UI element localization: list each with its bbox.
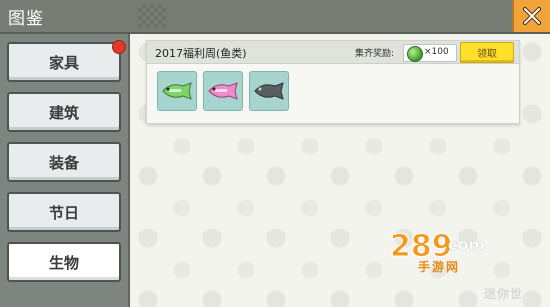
category-building[interactable]: 建筑 <box>7 92 121 132</box>
claim-label: 领取 <box>477 49 497 60</box>
card-header: 2017福利周(鱼类) 集齐奖励: ×100 领取 <box>147 41 519 64</box>
collection-item[interactable] <box>157 71 197 111</box>
window-title: 图鉴 <box>8 9 44 29</box>
category-label: 生物 <box>48 253 79 272</box>
category-label: 建筑 <box>48 103 79 122</box>
notification-badge <box>112 40 126 54</box>
category-equipment[interactable]: 装备 <box>7 142 121 182</box>
reward-box: ×100 <box>403 44 457 62</box>
reward-label: 集齐奖励: <box>355 49 395 59</box>
category-creature[interactable]: 生物 <box>7 242 121 282</box>
decorative-pattern <box>138 4 166 28</box>
pink-fish-icon <box>208 82 238 100</box>
collection-card: 2017福利周(鱼类) 集齐奖励: ×100 领取 <box>146 40 520 124</box>
category-label: 节日 <box>48 203 79 222</box>
gray-fish-icon <box>254 82 284 100</box>
watermark-logo: 289 com <box>390 229 485 263</box>
collection-panel: 2017福利周(鱼类) 集齐奖励: ×100 领取 <box>130 34 550 307</box>
svg-text:com: com <box>448 235 485 254</box>
collection-item[interactable] <box>249 71 289 111</box>
green-fish-icon <box>162 82 192 100</box>
category-festival[interactable]: 节日 <box>7 192 121 232</box>
collection-title: 2017福利周(鱼类) <box>155 47 247 60</box>
watermark-subtitle: 手游网 <box>418 260 461 274</box>
close-icon <box>523 7 541 25</box>
category-label: 装备 <box>48 153 79 172</box>
close-button[interactable] <box>512 0 550 32</box>
green-gem-icon <box>407 46 423 62</box>
claim-button[interactable]: 领取 <box>460 42 514 63</box>
title-bar: 图鉴 <box>0 0 550 34</box>
category-label: 家具 <box>48 53 79 72</box>
watermark-corner: 迷你世 <box>484 287 524 301</box>
collection-item[interactable] <box>203 71 243 111</box>
category-furniture[interactable]: 家具 <box>7 42 121 82</box>
category-sidebar: 家具 建筑 装备 节日 生物 <box>0 34 130 307</box>
reward-amount: ×100 <box>424 47 449 57</box>
